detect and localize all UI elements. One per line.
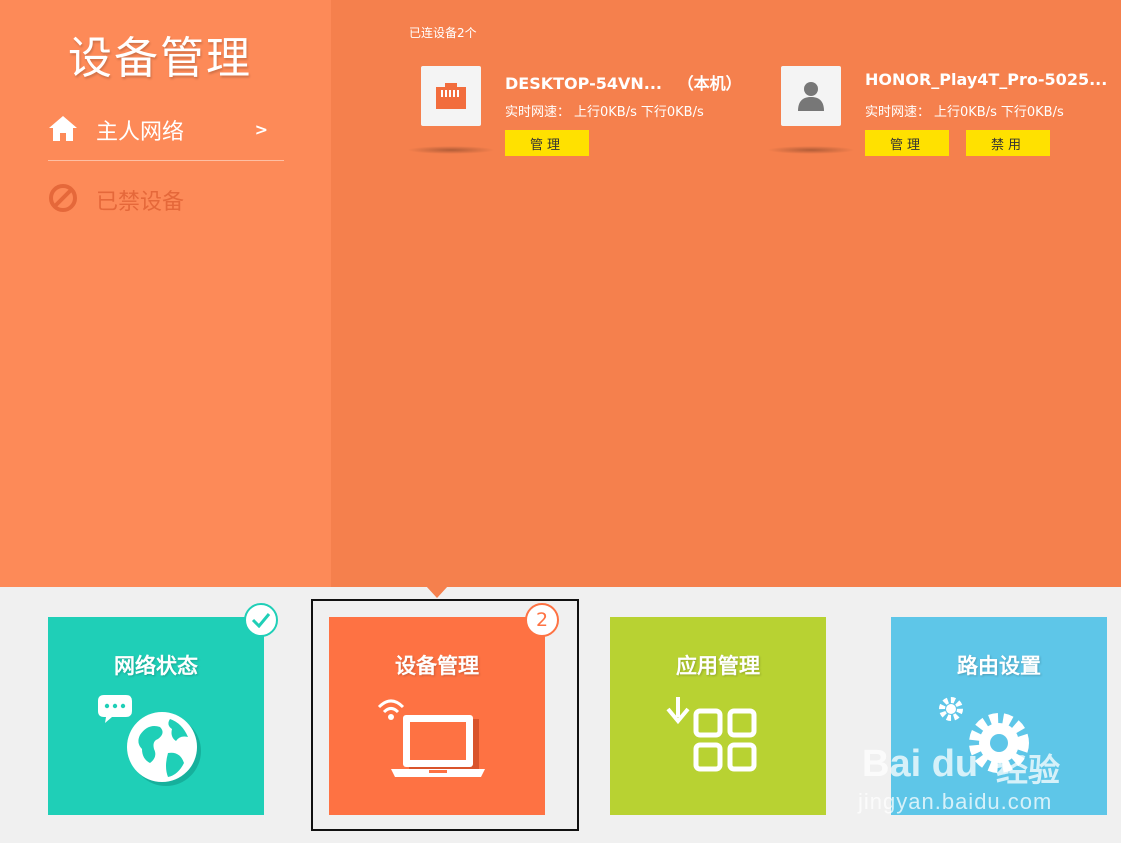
speed-label: 实时网速：: [865, 105, 931, 120]
device-speed: 实时网速： 上行0KB/s 下行0KB/s: [865, 101, 1068, 120]
disable-button[interactable]: 禁用: [966, 130, 1050, 156]
watermark-brand: Bai du: [862, 743, 979, 785]
ethernet-port-icon: [421, 66, 481, 126]
home-icon: [48, 114, 78, 146]
tile-network-status[interactable]: 网络状态: [48, 617, 264, 815]
device-speed: 实时网速： 上行0KB/s 下行0KB/s: [505, 101, 708, 120]
speed-label: 实时网速：: [505, 105, 571, 120]
sidebar-item-label: 主人网络: [96, 120, 185, 145]
device-card: DESKTOP-54VN... （本机） 实时网速： 上行0KB/s 下行0KB/s…: [407, 66, 751, 166]
tile-label: 应用管理: [676, 654, 760, 678]
page-title: 设备管理: [68, 33, 252, 84]
chevron-right-icon: >: [254, 120, 268, 139]
manage-button[interactable]: 管理: [505, 130, 589, 156]
user-icon: [781, 66, 841, 126]
watermark-url: jingyan.baidu.com: [858, 789, 1053, 814]
apps-download-icon: [658, 693, 778, 793]
device-panel: 已连设备2个 DESKTOP-54VN... （本机） 实时网速： 上行0KB/s…: [331, 0, 1121, 587]
selection-pointer: [426, 586, 448, 598]
device-card: HONOR_Play4T_Pro-5025... 实时网速： 上行0KB/s 下行0…: [767, 66, 1121, 166]
device-name: DESKTOP-54VN... （本机）: [505, 70, 742, 94]
tile-label: 路由设置: [957, 654, 1041, 678]
blocked-icon: [48, 183, 78, 217]
watermark-cn: 经验: [996, 751, 1061, 789]
globe-chat-icon: [96, 693, 216, 793]
manage-button[interactable]: 管理: [865, 130, 949, 156]
sidebar-item-label: 已禁设备: [96, 190, 185, 215]
upload-speed: 上行0KB/s: [934, 105, 997, 120]
check-badge-icon: [244, 603, 278, 637]
device-count-badge: 2: [525, 603, 559, 637]
device-shadow: [407, 146, 495, 154]
sidebar: 设备管理 主人网络 > 已禁设备: [0, 0, 331, 587]
device-name-text: DESKTOP-54VN...: [505, 74, 663, 93]
tile-app-management[interactable]: 应用管理: [610, 617, 826, 815]
device-tag: （本机）: [677, 74, 742, 93]
tile-label: 网络状态: [114, 654, 198, 678]
sidebar-item-blocked-devices[interactable]: 已禁设备: [48, 180, 284, 220]
upload-speed: 上行0KB/s: [574, 105, 637, 120]
device-name: HONOR_Play4T_Pro-5025...: [865, 70, 1108, 89]
sidebar-item-host-network[interactable]: 主人网络 >: [48, 112, 284, 161]
device-shadow: [767, 146, 855, 154]
connected-count: 已连设备2个: [409, 26, 477, 40]
baidu-jingyan-watermark: Bai du 经验 jingyan.baidu.com: [858, 735, 1108, 825]
download-speed: 下行0KB/s: [640, 105, 704, 120]
download-speed: 下行0KB/s: [1000, 105, 1064, 120]
